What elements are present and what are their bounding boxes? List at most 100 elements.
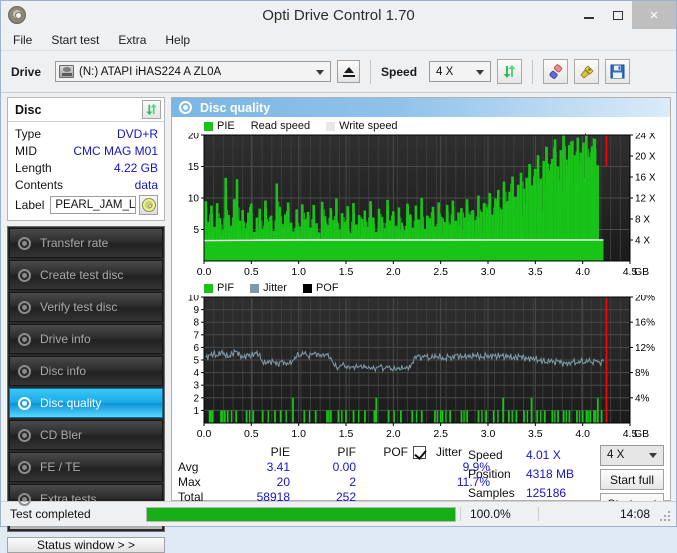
disc-icon [17, 396, 32, 411]
legend-label-jitter: Jitter [263, 282, 287, 294]
pif-plot[interactable]: 1 2 3 4 5 6 7 8 9 10 4% 8% 12% 16% 20% 0.0 0.5 1.0 1.5 2.0 2… [174, 295, 668, 441]
svg-text:5: 5 [193, 356, 199, 367]
disc-label-cd-button[interactable] [139, 195, 158, 215]
speed-select-value: 4 X [436, 65, 454, 78]
test-speed-value: 4 X [607, 449, 625, 462]
resize-grip-icon[interactable] [660, 511, 672, 523]
svg-text:3.0: 3.0 [481, 266, 496, 278]
info-samples-value: 125186 [526, 485, 567, 500]
menu-item-start-test[interactable]: Start test [49, 32, 101, 48]
sidebar-item-verify-test-disc[interactable]: Verify test disc [9, 292, 163, 322]
menu-item-help[interactable]: Help [163, 32, 192, 48]
sidebar-item-label: Disc info [40, 364, 87, 378]
legend-swatch-jitter [250, 283, 260, 293]
legend-label-write-speed: Write speed [339, 120, 398, 132]
charts-area: PIE Read speed Write speed 5 10 15 20 4 X8 X… [172, 117, 670, 515]
disc-row-length-key: Length [15, 160, 52, 175]
sidebar-item-fe-te[interactable]: FE / TE [9, 452, 163, 482]
legend-swatch-pif [204, 283, 213, 293]
disc-label-row: Label PEARL_JAM_LI\ [15, 194, 158, 216]
svg-text:9: 9 [193, 305, 199, 316]
svg-text:5: 5 [193, 225, 199, 236]
sidebar-item-disc-quality[interactable]: Disc quality [9, 388, 163, 418]
sidebar-item-disc-info[interactable]: Disc info [9, 356, 163, 386]
start-full-button[interactable]: Start full [600, 468, 664, 491]
stats-avg-pif: 0.00 [332, 460, 356, 474]
svg-text:20: 20 [188, 133, 200, 142]
eject-button[interactable] [337, 60, 361, 83]
stats-col-pif: PIF [337, 445, 356, 459]
sidebar-item-transfer-rate[interactable]: Transfer rate [9, 228, 163, 258]
plug-icon [580, 64, 594, 79]
stats-grid: PIE PIF POF Jitter Avg 3.41 0.00 9.9% Ma… [178, 445, 490, 504]
svg-text:10: 10 [188, 194, 200, 205]
toolbar-divider-1 [370, 59, 372, 84]
minimize-button[interactable] [574, 1, 603, 29]
legend-label-pif: PIF [217, 282, 235, 294]
disc-icon [17, 492, 32, 507]
disc-row-contents-key: Contents [15, 177, 64, 192]
stats-row-avg-key: Avg [178, 460, 199, 474]
disc-row-contents: Contents data [15, 176, 158, 193]
drive-select[interactable]: (N:) ATAPI iHAS224 A ZL0A [55, 61, 332, 82]
svg-text:16 X: 16 X [635, 173, 656, 184]
pie-chart: PIE Read speed Write speed 5 10 15 20 4 X 8 X… [174, 119, 668, 279]
save-button[interactable] [605, 59, 631, 84]
svg-text:2.5: 2.5 [433, 428, 448, 440]
disc-label-input[interactable]: PEARL_JAM_LI\ [50, 196, 137, 214]
pif-chart-legend: PIF Jitter POF [174, 281, 668, 295]
svg-text:1.5: 1.5 [339, 266, 354, 278]
chevron-down-icon [476, 69, 485, 75]
erase-button[interactable] [543, 59, 569, 84]
plug-button[interactable] [574, 59, 600, 84]
disc-quality-panel: Disc quality PIE Read speed Write speed [171, 97, 671, 515]
stats-max-pif: 2 [349, 475, 356, 489]
stats-row-max-key: Max [178, 475, 201, 489]
speed-select[interactable]: 4 X [429, 61, 492, 82]
stats-total-pif: 252 [335, 490, 356, 504]
disc-row-mid-key: MID [15, 143, 37, 158]
disc-info-panel: Disc Type DVD+R MID CMC MAG M01 Length 4… [7, 97, 165, 221]
disc-refresh-button[interactable] [142, 100, 161, 119]
maximize-button[interactable] [603, 1, 632, 29]
panel-title: Disc quality [200, 100, 271, 115]
disc-panel-title: Disc [15, 102, 42, 117]
sidebar-item-create-test-disc[interactable]: Create test disc [9, 260, 163, 290]
svg-text:3.0: 3.0 [481, 428, 496, 440]
sidebar-item-label: Disc quality [40, 396, 102, 410]
disc-icon [17, 332, 32, 347]
sidebar-item-label: Create test disc [40, 268, 124, 282]
disc-row-length: Length 4.22 GB [15, 159, 158, 176]
svg-text:4 X: 4 X [635, 236, 650, 247]
sidebar-item-label: CD Bler [40, 428, 83, 442]
test-nav-list: Transfer rate Create test disc Verify te… [7, 226, 165, 532]
menu-item-extra[interactable]: Extra [116, 32, 148, 48]
disc-quality-icon [179, 101, 192, 114]
test-speed-select[interactable]: 4 X [600, 445, 664, 466]
pif-jitter-chart: PIF Jitter POF 1 2 3 4 5 6 7 8 9 10 4% 8% 12% 16% 20% 0… [174, 281, 668, 441]
svg-text:4: 4 [193, 368, 199, 379]
stats-col-jitter: Jitter [436, 445, 463, 459]
eraser-icon [549, 63, 562, 79]
svg-text:1.0: 1.0 [291, 266, 306, 278]
elapsed-time: 14:08 [538, 507, 676, 521]
svg-text:0.0: 0.0 [197, 266, 212, 278]
menu-item-file[interactable]: File [11, 32, 34, 48]
svg-text:12 X: 12 X [635, 194, 656, 205]
title-bar: Opti Drive Control 1.70 × [1, 1, 676, 29]
sidebar-item-cd-bler[interactable]: CD Bler [9, 420, 163, 450]
sidebar-item-drive-info[interactable]: Drive info [9, 324, 163, 354]
disc-icon [17, 364, 32, 379]
refresh-button[interactable] [497, 59, 523, 84]
close-button[interactable]: × [632, 1, 676, 29]
disc-icon [17, 236, 32, 251]
refresh-icon [146, 103, 157, 116]
legend-swatch-pie [204, 121, 213, 131]
disc-icon [17, 268, 32, 283]
jitter-checkbox[interactable] [412, 445, 426, 459]
status-window-button[interactable]: Status window > > [7, 537, 165, 553]
pie-plot[interactable]: 5 10 15 20 4 X 8 X 12 X 16 X 20 X 24 X 0.0 0.5 1.0 1.… [174, 133, 668, 279]
window-controls: × [574, 1, 676, 29]
toolbar-divider-2 [532, 59, 534, 84]
drive-label: Drive [11, 64, 42, 79]
